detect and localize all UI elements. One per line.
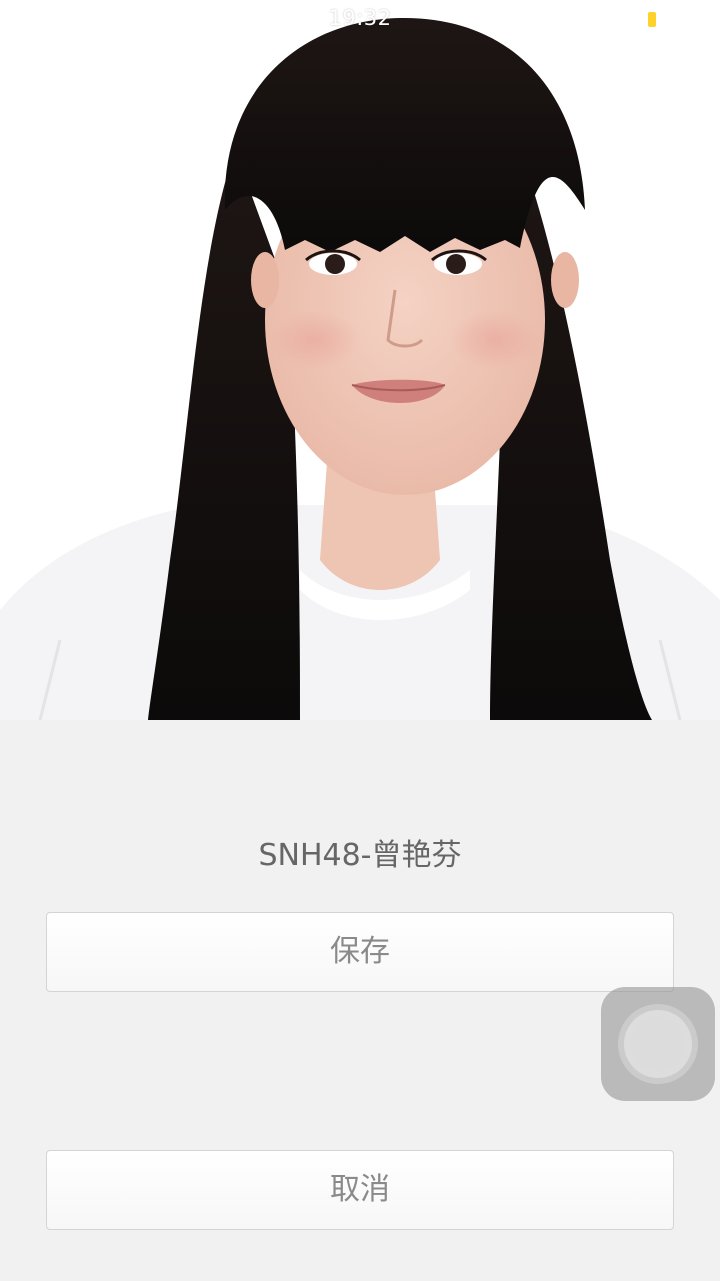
cancel-button[interactable]: 取消 [46, 1150, 674, 1230]
portrait-photo [0, 0, 720, 720]
assistive-touch-icon[interactable] [601, 987, 715, 1101]
image-caption: SNH48-曾艳芬 [258, 838, 462, 873]
status-bar: 19:32 [0, 0, 720, 40]
assistive-touch-core [631, 1017, 685, 1071]
battery-icon [648, 12, 656, 27]
save-button[interactable]: 保存 [46, 912, 674, 992]
status-time: 19:32 [328, 6, 392, 30]
